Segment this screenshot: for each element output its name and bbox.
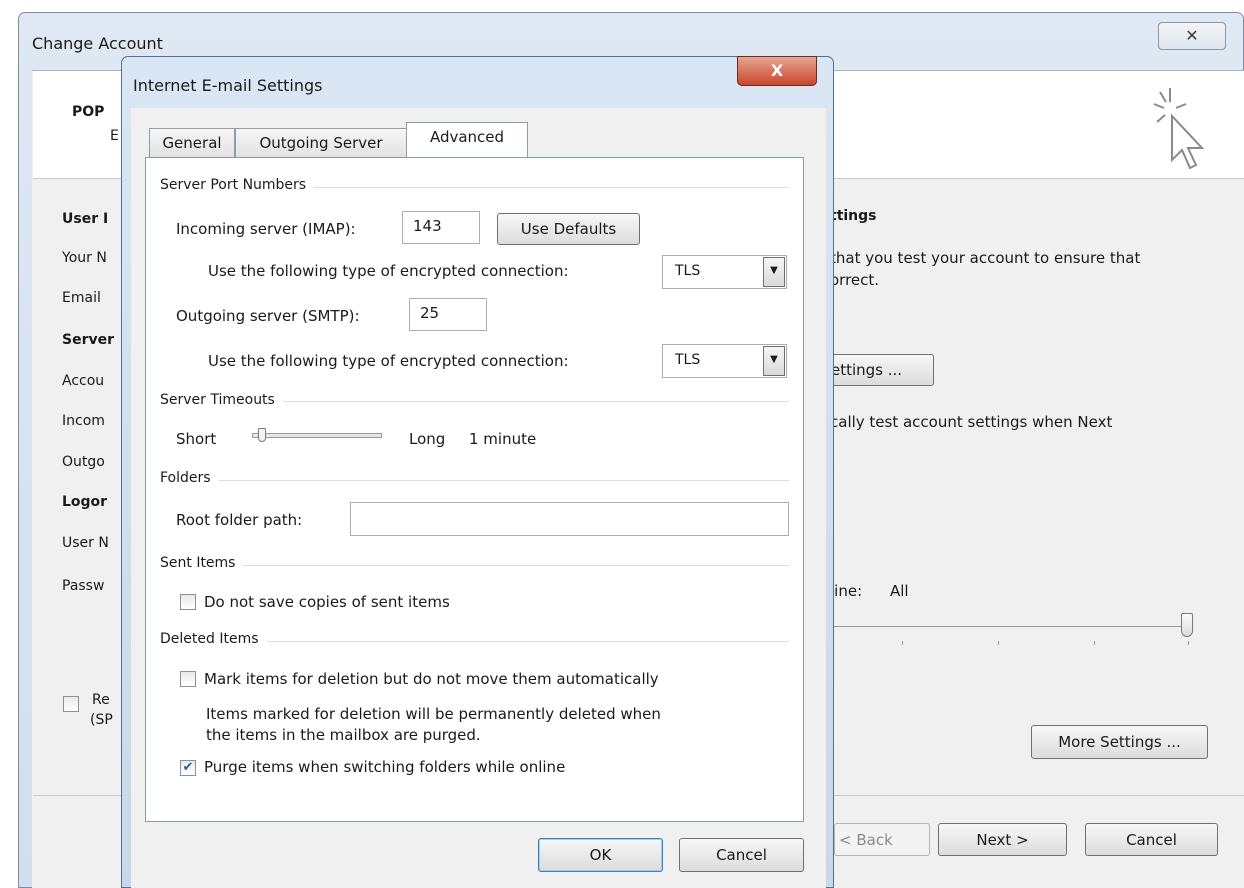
sent-items-heading: Sent Items (160, 555, 244, 571)
incoming-encryption-select[interactable]: TLS ▼ (662, 255, 787, 289)
root-folder-label: Root folder path: (176, 511, 303, 529)
server-info-heading: Server (62, 332, 115, 348)
offline-value: All (890, 582, 909, 600)
incoming-port-input[interactable]: 143 (402, 211, 480, 244)
tab-outgoing-server[interactable]: Outgoing Server (235, 128, 407, 157)
dialog-cancel-button[interactable]: Cancel (679, 838, 804, 872)
test-settings-heading: ttings (830, 208, 877, 224)
cursor-sparkle-icon (1153, 88, 1205, 170)
slider-tick (998, 641, 999, 645)
outgoing-encryption-value: TLS (675, 352, 701, 368)
incoming-encryption-label: Use the following type of encrypted conn… (208, 262, 569, 280)
outgoing-port-input[interactable]: 25 (409, 298, 487, 331)
remember-label: Re (92, 692, 110, 708)
header-subtitle: E (110, 128, 119, 144)
test-account-settings-button[interactable]: ettings ... (820, 354, 934, 386)
email-label: Email (62, 290, 101, 306)
dialog-title: Internet E-mail Settings (133, 76, 323, 95)
server-port-numbers-heading: Server Port Numbers (160, 177, 315, 193)
server-timeouts-heading: Server Timeouts (160, 392, 283, 408)
use-defaults-button[interactable]: Use Defaults (497, 213, 640, 245)
test-settings-text-2: orrect. (830, 271, 880, 289)
tab-general[interactable]: General (149, 128, 235, 157)
auto-test-label: cally test account settings when Next (830, 413, 1113, 431)
offline-slider-thumb[interactable] (1181, 613, 1193, 637)
dialog-close-button[interactable]: X (737, 56, 817, 86)
change-account-title: Change Account (32, 34, 163, 53)
timeout-value: 1 minute (469, 430, 537, 448)
deleted-items-heading: Deleted Items (160, 631, 267, 647)
slider-tick (1188, 641, 1189, 645)
slider-tick (902, 641, 903, 645)
chevron-down-icon[interactable]: ▼ (763, 346, 785, 376)
logon-info-heading: Logor (62, 494, 108, 510)
user-name-label: User N (62, 535, 109, 551)
cancel-back-button[interactable]: Cancel (1085, 823, 1218, 856)
next-button[interactable]: Next > (938, 823, 1067, 856)
mark-note-line-2: the items in the mailbox are purged. (206, 726, 481, 744)
remember-checkbox[interactable] (63, 696, 79, 712)
header-title: POP (72, 104, 105, 120)
group-separator (160, 565, 789, 566)
offline-slider-track (834, 626, 1192, 627)
do-not-save-sent-checkbox[interactable] (180, 594, 196, 610)
timeout-slider-track (252, 433, 382, 438)
timeout-long-label: Long (409, 430, 446, 448)
chevron-down-icon[interactable]: ▼ (763, 257, 785, 287)
spa-label: (SP (90, 712, 113, 728)
mark-for-deletion-checkbox[interactable] (180, 671, 196, 687)
test-settings-text-1: that you test your account to ensure tha… (830, 249, 1141, 267)
purge-items-label: Purge items when switching folders while… (204, 758, 566, 776)
ok-button[interactable]: OK (538, 838, 663, 872)
group-separator (160, 480, 789, 481)
account-type-label: Accou (62, 373, 105, 389)
user-info-heading: User I (62, 211, 109, 227)
incoming-server-label: Incoming server (IMAP): (176, 220, 356, 238)
back-window-close-button[interactable]: ✕ (1158, 22, 1226, 50)
back-button[interactable]: < Back (834, 823, 930, 856)
slider-tick (1094, 641, 1095, 645)
tab-advanced[interactable]: Advanced (406, 122, 528, 157)
timeout-slider-thumb[interactable] (258, 428, 266, 442)
timeout-short-label: Short (176, 430, 217, 448)
outgoing-encryption-select[interactable]: TLS ▼ (662, 344, 787, 378)
outgoing-label: Outgo (62, 454, 105, 470)
outgoing-encryption-label: Use the following type of encrypted conn… (208, 352, 569, 370)
more-settings-button[interactable]: More Settings ... (1031, 725, 1208, 759)
folders-heading: Folders (160, 470, 219, 486)
do-not-save-sent-label: Do not save copies of sent items (204, 593, 450, 611)
your-name-label: Your N (62, 250, 107, 266)
purge-items-checkbox[interactable]: ✔ (180, 760, 196, 776)
incoming-encryption-value: TLS (675, 263, 701, 279)
offline-label: line: (830, 582, 863, 600)
mark-note-line-1: Items marked for deletion will be perman… (206, 705, 661, 723)
password-label: Passw (62, 578, 105, 594)
outgoing-server-label: Outgoing server (SMTP): (176, 307, 360, 325)
root-folder-input[interactable] (350, 502, 789, 536)
incoming-label: Incom (62, 413, 105, 429)
mark-for-deletion-label: Mark items for deletion but do not move … (204, 670, 659, 688)
